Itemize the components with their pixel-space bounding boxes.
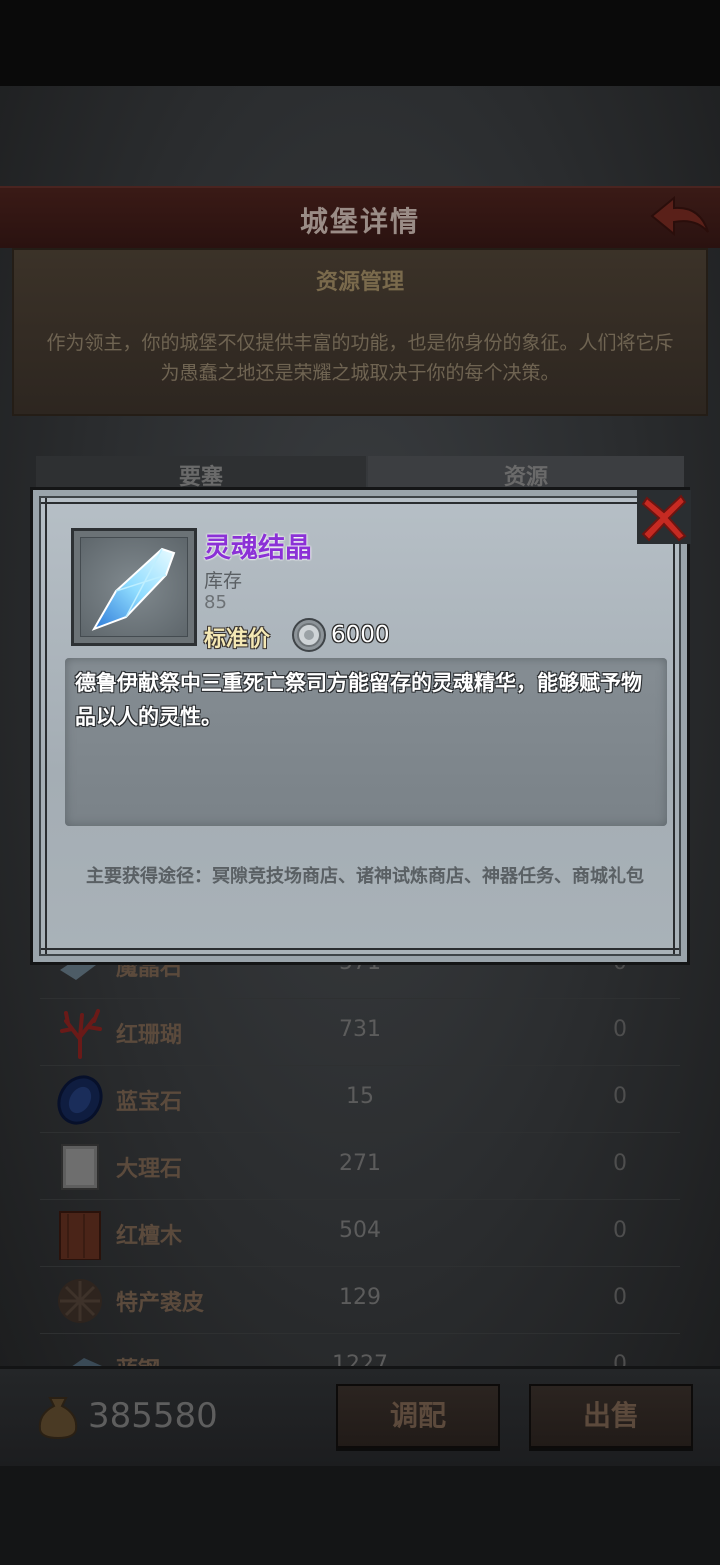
screen: 城堡详情 资源管理 作为领主，你的城堡不仅提供丰富的功能，也是你身份的象征。人们… (0, 0, 720, 1565)
description-box: 德鲁伊献祭中三重死亡祭司方能留存的灵魂精华，能够赋予物品以人的灵性。 (65, 658, 667, 826)
resource-qty: 504 (339, 1218, 381, 1243)
list-item[interactable]: 特产裘皮 129 0 (40, 1267, 680, 1334)
resource-sold: 0 (613, 1084, 627, 1109)
resource-sold: 0 (613, 1151, 627, 1176)
price-value: 6000 (331, 622, 390, 648)
resource-qty: 129 (339, 1285, 381, 1310)
resource-qty: 15 (346, 1084, 374, 1109)
bottom-edge (0, 1466, 720, 1565)
dialog-panel: 灵魂结晶 库存 85 标准价 6000 德鲁伊献祭中三重死亡祭司方能留存的灵魂精… (39, 496, 681, 956)
acquisition-source: 主要获得途径：冥隙竞技场商店、诸神试炼商店、神器任务、商城礼包 (86, 866, 644, 887)
marble-icon (54, 1141, 106, 1193)
item-name: 灵魂结晶 (204, 533, 312, 564)
resource-qty: 271 (339, 1151, 381, 1176)
list-item[interactable]: 蓝宝石 15 0 (40, 1066, 680, 1133)
resource-sold: 0 (613, 1285, 627, 1310)
item-icon-frame (71, 528, 197, 646)
mix-button[interactable]: 调配 (336, 1384, 500, 1448)
money-bag-icon (36, 1394, 80, 1440)
price-label: 标准价 (204, 627, 271, 652)
sell-button[interactable]: 出售 (529, 1384, 693, 1448)
red-sandalwood-icon (54, 1208, 106, 1261)
resource-list: 魔晶石 571 0 红珊瑚 731 0 蓝宝石 15 0 (40, 950, 680, 1401)
resource-name: 大理石 (116, 1157, 183, 1182)
resource-qty: 731 (339, 1017, 381, 1042)
fur-icon (54, 1275, 106, 1327)
list-item[interactable]: 红檀木 504 0 (40, 1200, 680, 1267)
page-title: 城堡详情 (299, 205, 420, 238)
resource-name: 红珊瑚 (116, 1023, 183, 1048)
item-description: 德鲁伊献祭中三重死亡祭司方能留存的灵魂精华，能够赋予物品以人的灵性。 (75, 671, 642, 729)
banner-text: 作为领主，你的城堡不仅提供丰富的功能，也是你身份的象征。人们将它斥为愚蠢之地还是… (46, 332, 674, 384)
sapphire-icon (54, 1074, 106, 1126)
info-banner: 资源管理 作为领主，你的城堡不仅提供丰富的功能，也是你身份的象征。人们将它斥为愚… (12, 248, 708, 416)
soul-crystal-icon (91, 547, 176, 631)
resource-sold: 0 (613, 1218, 627, 1243)
resource-sold: 0 (613, 1017, 627, 1042)
silver-coin-icon (291, 617, 327, 653)
frame-line-left (45, 498, 47, 954)
money-value: 385580 (88, 1396, 218, 1436)
resource-name: 蓝宝石 (116, 1090, 183, 1115)
frame-line-right (673, 498, 675, 954)
list-item[interactable]: 大理石 271 0 (40, 1133, 680, 1200)
header-bar: 城堡详情 (0, 186, 720, 248)
back-arrow-icon[interactable] (648, 194, 712, 242)
banner-title: 资源管理 (315, 270, 404, 295)
list-item[interactable]: 红珊瑚 731 0 (40, 999, 680, 1066)
close-icon[interactable] (637, 490, 691, 544)
frame-line-bottom (41, 948, 679, 950)
resource-name: 特产裘皮 (116, 1291, 205, 1316)
resource-name: 红檀木 (116, 1224, 183, 1249)
frame-line-top (41, 502, 679, 504)
item-detail-dialog: 灵魂结晶 库存 85 标准价 6000 德鲁伊献祭中三重死亡祭司方能留存的灵魂精… (30, 487, 691, 965)
red-coral-icon (54, 1007, 106, 1059)
stock-value: 85 (204, 592, 227, 613)
stock-label: 库存 (204, 570, 243, 592)
